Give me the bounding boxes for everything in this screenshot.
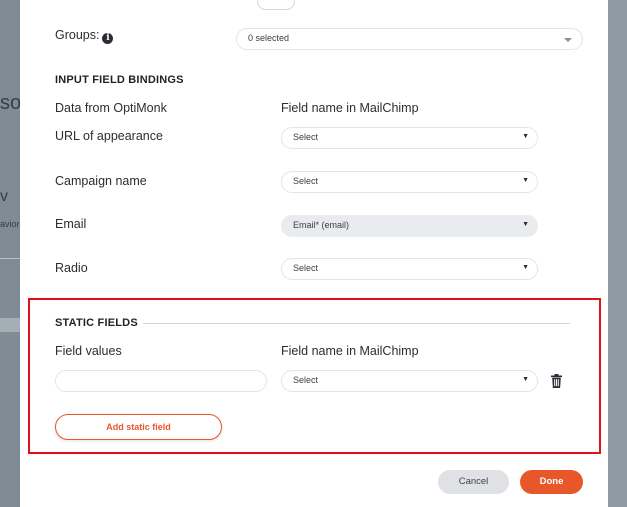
select-value: Select [293, 263, 319, 273]
col-header-data-from: Data from OptiMonk [55, 101, 167, 115]
chevron-down-icon: ▼ [522, 264, 529, 271]
static-fields-highlight [28, 298, 601, 454]
select-value: Email* (email) [293, 220, 350, 230]
background-block [0, 318, 20, 332]
toggle-switch[interactable] [257, 0, 295, 10]
cancel-button[interactable]: Cancel [438, 470, 509, 494]
col-header-field-name: Field name in MailChimp [281, 101, 419, 115]
binding-label-campaign: Campaign name [55, 174, 147, 188]
background-fragment-1: so [0, 92, 22, 114]
binding-select-url[interactable]: Select ▼ [281, 127, 538, 149]
input-bindings-title: INPUT FIELD BINDINGS [55, 74, 184, 86]
background-divider [0, 258, 20, 259]
binding-label-url: URL of appearance [55, 129, 163, 143]
groups-select[interactable]: 0 selected [236, 28, 583, 50]
binding-label-radio: Radio [55, 261, 88, 275]
info-icon[interactable]: i [102, 33, 114, 44]
done-button[interactable]: Done [520, 470, 583, 494]
binding-label-email: Email [55, 217, 87, 231]
chevron-down-icon: ▼ [522, 221, 529, 228]
chevron-down-icon: ▼ [522, 133, 529, 140]
background-fragment-2: v [0, 188, 8, 205]
chevron-down-icon [564, 38, 572, 42]
groups-select-value: 0 selected [248, 33, 290, 43]
binding-select-campaign[interactable]: Select ▼ [281, 171, 538, 193]
groups-label: Groups: i [55, 28, 114, 44]
chevron-down-icon: ▼ [522, 177, 529, 184]
background-fragment-3: avior [0, 219, 20, 229]
background-overlay-right [608, 0, 627, 507]
binding-select-radio[interactable]: Select ▼ [281, 258, 538, 280]
background-sidebar [0, 0, 20, 507]
select-value: Select [293, 176, 319, 186]
select-value: Select [293, 132, 319, 142]
groups-label-text: Groups: [55, 28, 100, 42]
binding-select-email: Email* (email) ▼ [281, 215, 538, 237]
